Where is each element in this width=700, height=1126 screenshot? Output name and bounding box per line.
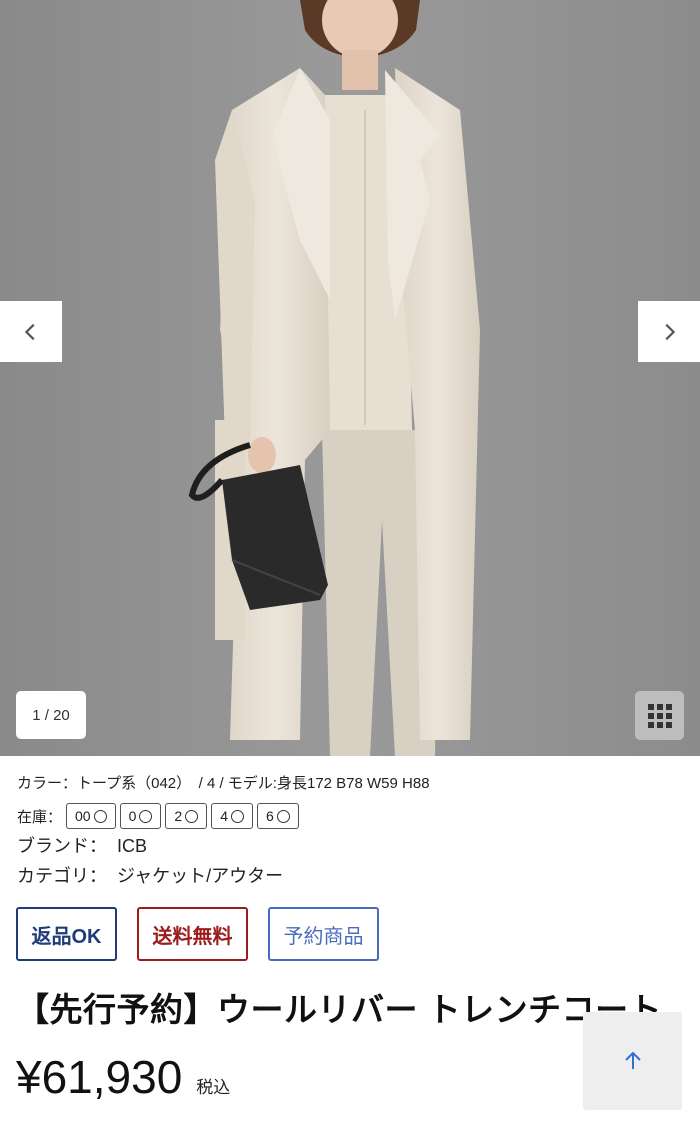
thumbnail-grid-button[interactable] (635, 691, 684, 740)
return-ok-badge: 返品OK (16, 907, 117, 961)
product-badges: 返品OK 送料無料 予約商品 (16, 907, 399, 961)
brand-label: ブランド： (17, 836, 107, 856)
category-row: カテゴリ： ジャケット/アウター (17, 862, 283, 888)
image-counter: 1 / 20 (16, 691, 86, 739)
previous-image-button[interactable] (0, 301, 62, 362)
product-photo (0, 0, 700, 756)
price-row: ¥61,930 税込 (16, 1050, 230, 1104)
category-value[interactable]: ジャケット/アウター (117, 866, 283, 886)
in-stock-circle-icon (276, 809, 290, 823)
product-price: ¥61,930 (16, 1051, 183, 1103)
size-label: 4 (220, 808, 228, 824)
product-title: 【先行予約】ウールリバー トレンチコート (16, 991, 663, 1028)
stock-row: 在庫： 00 0 2 4 6 (17, 803, 303, 829)
product-meta: カラー：トープ系（042） / 4 / モデル:身長172 B78 W59 H8… (17, 775, 430, 792)
size-label: 00 (75, 808, 91, 824)
grid-icon (647, 703, 672, 728)
stock-label: 在庫： (17, 808, 63, 826)
size-label: 0 (128, 808, 137, 824)
in-stock-circle-icon (93, 809, 107, 823)
in-stock-circle-icon (185, 809, 199, 823)
size-chip[interactable]: 4 (211, 803, 253, 829)
size-chip[interactable]: 0 (119, 803, 162, 829)
arrow-up-icon (624, 1051, 641, 1069)
product-image-gallery[interactable]: 1 / 20 (0, 0, 700, 756)
preorder-badge: 予約商品 (268, 907, 379, 961)
size-chip[interactable]: 00 (66, 803, 116, 829)
size-chip[interactable]: 2 (165, 803, 208, 829)
free-shipping-badge: 送料無料 (137, 907, 248, 961)
in-stock-circle-icon (139, 809, 153, 823)
brand-value[interactable]: ICB (117, 836, 147, 856)
chevron-left-icon (24, 323, 35, 340)
in-stock-circle-icon (230, 809, 244, 823)
brand-row: ブランド： ICB (17, 832, 147, 858)
size-label: 6 (265, 808, 274, 824)
next-image-button[interactable] (638, 301, 700, 362)
scroll-to-top-button[interactable] (583, 1012, 682, 1110)
chevron-right-icon (665, 323, 676, 340)
size-label: 2 (174, 808, 183, 824)
tax-label: 税込 (196, 1078, 231, 1097)
category-label: カテゴリ： (17, 866, 107, 886)
size-chip[interactable]: 6 (256, 803, 299, 829)
